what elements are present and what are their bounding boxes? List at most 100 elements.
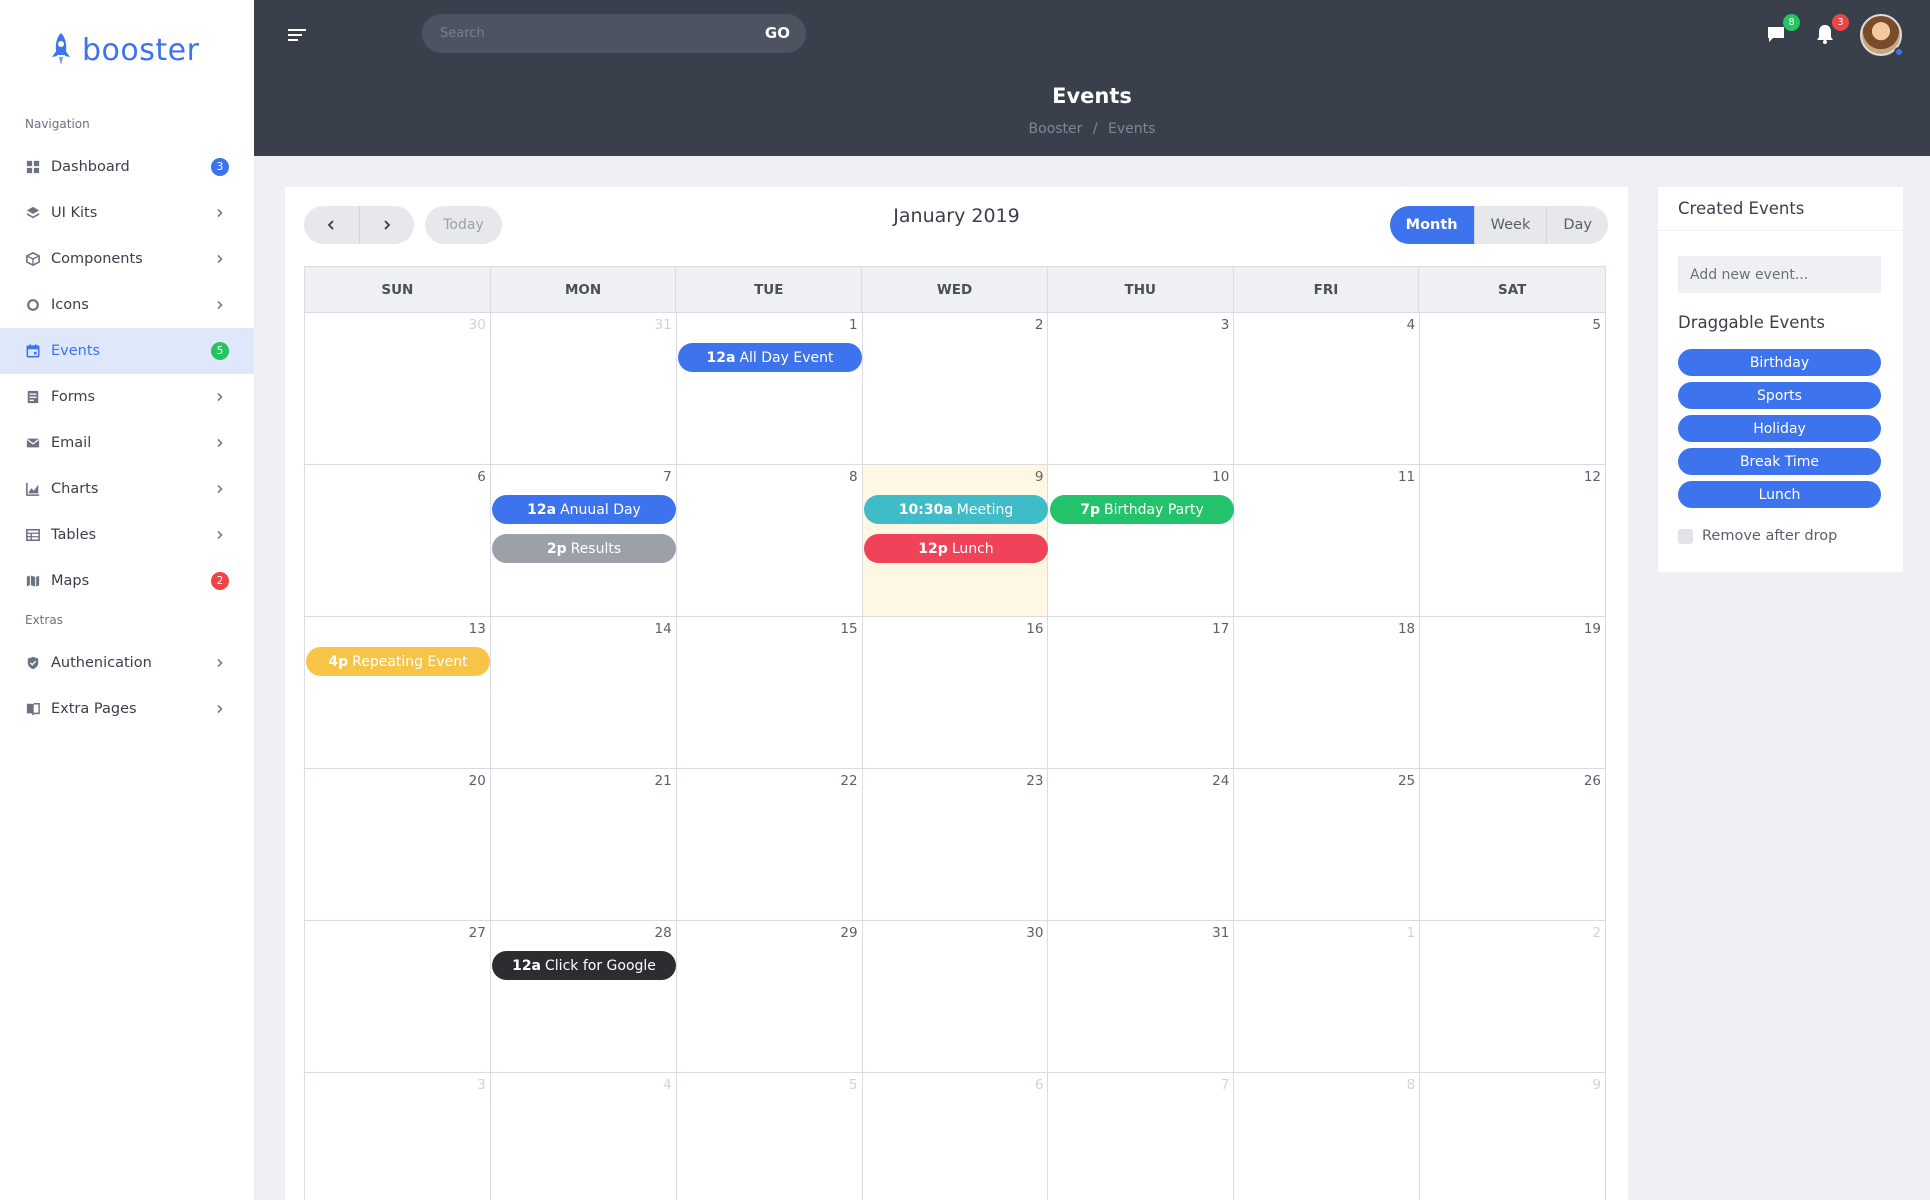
- day-number: 2: [1034, 317, 1044, 333]
- calendar-day-cell[interactable]: 3: [305, 1073, 491, 1200]
- calendar-event[interactable]: 12a Click for Google: [492, 951, 676, 980]
- brand-name: booster: [82, 32, 200, 68]
- calendar-week-row: 3 4 5 6 7 8 9: [304, 1073, 1607, 1200]
- calendar-day-cell[interactable]: 10: [1048, 465, 1235, 616]
- calendar-event[interactable]: 12a All Day Event: [678, 343, 862, 372]
- calendar-day-cell[interactable]: 18: [1234, 617, 1421, 768]
- day-number: 1: [1406, 925, 1416, 941]
- sidebar-item-maps[interactable]: Maps 2: [0, 558, 254, 604]
- sidebar-item-components[interactable]: Components: [0, 236, 254, 282]
- sidebar-item-email[interactable]: Email: [0, 420, 254, 466]
- calendar-day-cell[interactable]: 31: [1048, 921, 1235, 1072]
- calendar-day-cell[interactable]: 30: [863, 921, 1049, 1072]
- calendar-day-cell[interactable]: 24: [1048, 769, 1235, 920]
- draggable-event-holiday[interactable]: Holiday: [1678, 415, 1881, 442]
- calendar-day-cell[interactable]: 14: [491, 617, 677, 768]
- sidebar-item-icons[interactable]: Icons: [0, 282, 254, 328]
- sidebar: booster Navigation Dashboard 3 UI Kits Compo…: [0, 0, 254, 1200]
- calendar-event[interactable]: 2p Results: [492, 534, 676, 563]
- sidebar-item-authenication[interactable]: Authenication: [0, 640, 254, 686]
- calendar-day-cell[interactable]: 19: [1420, 617, 1607, 768]
- calendar-day-cell[interactable]: 11: [1234, 465, 1421, 616]
- page-title: Events: [1052, 84, 1132, 108]
- day-number: 15: [840, 621, 858, 637]
- draggable-event-sports[interactable]: Sports: [1678, 382, 1881, 409]
- view-day-button[interactable]: Day: [1546, 206, 1608, 244]
- calendar-day-cell[interactable]: 17: [1048, 617, 1235, 768]
- view-week-button[interactable]: Week: [1473, 206, 1547, 244]
- calendar-day-cell[interactable]: 16: [863, 617, 1049, 768]
- sidebar-badge: 2: [211, 572, 229, 590]
- add-event-input[interactable]: [1678, 256, 1881, 293]
- day-number: 8: [848, 469, 858, 485]
- event-title: Meeting: [956, 501, 1014, 518]
- day-number: 12: [1583, 469, 1602, 485]
- calendar-day-cell[interactable]: 6: [863, 1073, 1049, 1200]
- day-number: 2: [1592, 925, 1602, 941]
- calendar-event[interactable]: 12p Lunch: [864, 534, 1048, 563]
- breadcrumb-home[interactable]: Booster: [1029, 121, 1083, 137]
- calendar-day-cell[interactable]: 15: [677, 617, 863, 768]
- calendar-day-cell[interactable]: 1: [1234, 921, 1421, 1072]
- sidebar-item-dashboard[interactable]: Dashboard 3: [0, 144, 254, 190]
- chevron-right-icon: [213, 528, 227, 542]
- sidebar-item-tables[interactable]: Tables: [0, 512, 254, 558]
- day-number: 19: [1583, 621, 1602, 637]
- calendar-day-cell[interactable]: 9: [1420, 1073, 1607, 1200]
- calendar-event[interactable]: 12a Anuual Day: [492, 495, 676, 524]
- calendar-day-cell[interactable]: 2: [863, 313, 1049, 464]
- day-number: 3: [1220, 317, 1230, 333]
- view-month-button[interactable]: Month: [1389, 206, 1474, 244]
- calendar-event[interactable]: 7p Birthday Party: [1050, 495, 1234, 524]
- calendar-day-cell[interactable]: 2: [1420, 921, 1607, 1072]
- calendar-day-cell[interactable]: 26: [1420, 769, 1607, 920]
- weekday-header: SAT: [1498, 281, 1527, 298]
- day-number: 13: [468, 621, 486, 637]
- search-input[interactable]: [440, 14, 740, 53]
- remove-after-drop-option[interactable]: Remove after drop: [1678, 528, 1837, 544]
- search-go-button[interactable]: GO: [765, 14, 790, 53]
- notifications-badge: 3: [1832, 14, 1849, 31]
- sidebar-item-ui-kits[interactable]: UI Kits: [0, 190, 254, 236]
- sidebar-item-charts[interactable]: Charts: [0, 466, 254, 512]
- calendar-day-cell[interactable]: 23: [863, 769, 1049, 920]
- remove-after-drop-checkbox[interactable]: [1678, 528, 1693, 544]
- calendar-day-cell[interactable]: 29: [677, 921, 863, 1072]
- draggable-event-break-time[interactable]: Break Time: [1678, 448, 1881, 475]
- calendar-day-cell[interactable]: 4: [491, 1073, 677, 1200]
- day-number: 3: [477, 1077, 486, 1093]
- calendar-day-cell[interactable]: 7: [1048, 1073, 1235, 1200]
- calendar-day-cell[interactable]: 1: [677, 313, 863, 464]
- sidebar-item-extra-pages[interactable]: Extra Pages: [0, 686, 254, 732]
- calendar-day-cell[interactable]: 3: [1048, 313, 1235, 464]
- draggable-event-birthday[interactable]: Birthday: [1678, 349, 1881, 376]
- sidebar-item-events[interactable]: Events 5: [0, 328, 254, 374]
- calendar-day-cell[interactable]: 13: [305, 617, 491, 768]
- nav-section-title: Extras: [25, 613, 63, 627]
- calendar-day-cell[interactable]: 28: [491, 921, 677, 1072]
- calendar-event[interactable]: 10:30a Meeting: [864, 495, 1048, 524]
- calendar-day-cell[interactable]: 25: [1234, 769, 1421, 920]
- calendar-day-cell[interactable]: 22: [677, 769, 863, 920]
- calendar-event[interactable]: 4p Repeating Event: [306, 647, 490, 676]
- calendar-day-cell[interactable]: 27: [305, 921, 491, 1072]
- calendar-day-cell[interactable]: 8: [677, 465, 863, 616]
- calendar-day-cell[interactable]: 30: [305, 313, 491, 464]
- draggable-event-lunch[interactable]: Lunch: [1678, 481, 1881, 508]
- calendar-day-cell[interactable]: 20: [305, 769, 491, 920]
- calendar-day-cell[interactable]: 8: [1234, 1073, 1421, 1200]
- calendar-day-cell[interactable]: 31: [491, 313, 677, 464]
- brand-logo[interactable]: booster: [0, 0, 254, 100]
- calendar-day-cell[interactable]: 12: [1420, 465, 1607, 616]
- menu-toggle-icon[interactable]: [286, 26, 308, 44]
- event-time: 2p: [546, 540, 567, 557]
- calendar-day-cell[interactable]: 5: [677, 1073, 863, 1200]
- calendar-day-cell[interactable]: 21: [491, 769, 677, 920]
- calendar-day-cell[interactable]: 5: [1420, 313, 1607, 464]
- sidebar-item-forms[interactable]: Forms: [0, 374, 254, 420]
- calendar-day-cell[interactable]: 6: [305, 465, 491, 616]
- chevron-right-icon: [213, 298, 227, 312]
- calendar-day-cell[interactable]: 4: [1234, 313, 1421, 464]
- notifications-button[interactable]: 3: [1813, 14, 1849, 46]
- messages-button[interactable]: 8: [1764, 14, 1800, 46]
